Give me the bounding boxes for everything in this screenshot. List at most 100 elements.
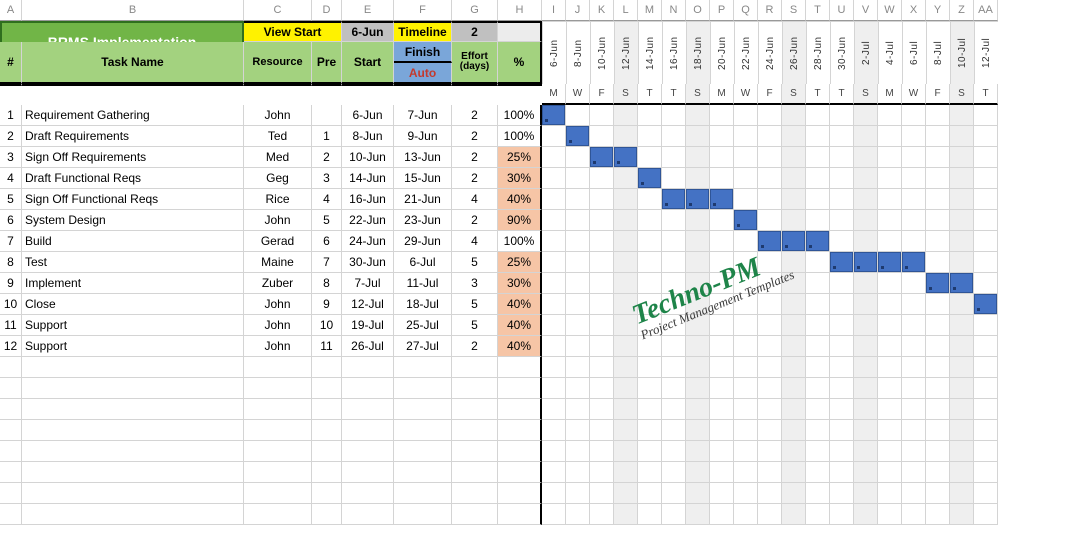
pre-cell[interactable]: 7	[312, 252, 342, 273]
empty-cell[interactable]	[950, 420, 974, 441]
empty-cell[interactable]	[22, 357, 244, 378]
start-cell[interactable]: 8-Jun	[342, 126, 394, 147]
empty-cell[interactable]	[830, 420, 854, 441]
empty-cell[interactable]	[878, 420, 902, 441]
empty-cell[interactable]	[614, 378, 638, 399]
empty-cell[interactable]	[926, 483, 950, 504]
empty-cell[interactable]	[542, 441, 566, 462]
empty-cell[interactable]	[686, 399, 710, 420]
task-name[interactable]: Test	[22, 252, 244, 273]
empty-cell[interactable]	[806, 378, 830, 399]
empty-cell[interactable]	[542, 504, 566, 525]
empty-cell[interactable]	[662, 441, 686, 462]
empty-cell[interactable]	[22, 420, 244, 441]
empty-cell[interactable]	[312, 357, 342, 378]
empty-cell[interactable]	[974, 441, 998, 462]
empty-cell[interactable]	[638, 483, 662, 504]
empty-cell[interactable]	[662, 357, 686, 378]
empty-cell[interactable]	[244, 462, 312, 483]
empty-cell[interactable]	[614, 441, 638, 462]
empty-cell[interactable]	[662, 378, 686, 399]
empty-cell[interactable]	[342, 399, 394, 420]
empty-cell[interactable]	[878, 504, 902, 525]
empty-cell[interactable]	[342, 357, 394, 378]
pre-cell[interactable]: 3	[312, 168, 342, 189]
empty-cell[interactable]	[566, 420, 590, 441]
empty-cell[interactable]	[0, 399, 22, 420]
pre-cell[interactable]: 10	[312, 315, 342, 336]
empty-cell[interactable]	[686, 483, 710, 504]
empty-cell[interactable]	[614, 504, 638, 525]
task-name[interactable]: Support	[22, 336, 244, 357]
empty-cell[interactable]	[926, 420, 950, 441]
empty-cell[interactable]	[926, 462, 950, 483]
empty-cell[interactable]	[22, 399, 244, 420]
empty-cell[interactable]	[782, 399, 806, 420]
task-name[interactable]: Requirement Gathering	[22, 105, 244, 126]
effort-cell[interactable]: 5	[452, 252, 498, 273]
empty-cell[interactable]	[926, 357, 950, 378]
empty-cell[interactable]	[566, 462, 590, 483]
empty-cell[interactable]	[498, 378, 542, 399]
empty-cell[interactable]	[854, 399, 878, 420]
empty-cell[interactable]	[0, 504, 22, 525]
empty-cell[interactable]	[590, 357, 614, 378]
empty-cell[interactable]	[590, 504, 614, 525]
empty-cell[interactable]	[394, 441, 452, 462]
empty-cell[interactable]	[830, 483, 854, 504]
finish-cell[interactable]: 25-Jul	[394, 315, 452, 336]
empty-cell[interactable]	[974, 483, 998, 504]
empty-cell[interactable]	[974, 504, 998, 525]
pre-cell[interactable]: 5	[312, 210, 342, 231]
empty-cell[interactable]	[854, 462, 878, 483]
percent-cell[interactable]: 100%	[498, 105, 542, 126]
empty-cell[interactable]	[312, 504, 342, 525]
resource-cell[interactable]: Gerad	[244, 231, 312, 252]
effort-cell[interactable]: 2	[452, 168, 498, 189]
empty-cell[interactable]	[974, 357, 998, 378]
start-cell[interactable]: 10-Jun	[342, 147, 394, 168]
empty-cell[interactable]	[638, 441, 662, 462]
empty-cell[interactable]	[590, 441, 614, 462]
task-name[interactable]: Sign Off Requirements	[22, 147, 244, 168]
resource-cell[interactable]: John	[244, 210, 312, 231]
empty-cell[interactable]	[498, 462, 542, 483]
empty-cell[interactable]	[542, 378, 566, 399]
empty-cell[interactable]	[312, 441, 342, 462]
empty-cell[interactable]	[782, 441, 806, 462]
empty-cell[interactable]	[312, 483, 342, 504]
pre-cell[interactable]: 6	[312, 231, 342, 252]
empty-cell[interactable]	[244, 399, 312, 420]
task-name[interactable]: Sign Off Functional Reqs	[22, 189, 244, 210]
task-name[interactable]: Implement	[22, 273, 244, 294]
empty-cell[interactable]	[878, 378, 902, 399]
empty-cell[interactable]	[854, 420, 878, 441]
effort-cell[interactable]: 5	[452, 315, 498, 336]
empty-cell[interactable]	[710, 462, 734, 483]
empty-cell[interactable]	[312, 399, 342, 420]
start-cell[interactable]: 6-Jun	[342, 105, 394, 126]
start-cell[interactable]: 14-Jun	[342, 168, 394, 189]
empty-cell[interactable]	[902, 483, 926, 504]
empty-cell[interactable]	[394, 483, 452, 504]
effort-cell[interactable]: 2	[452, 147, 498, 168]
start-cell[interactable]: 16-Jun	[342, 189, 394, 210]
empty-cell[interactable]	[734, 483, 758, 504]
empty-cell[interactable]	[830, 504, 854, 525]
empty-cell[interactable]	[452, 462, 498, 483]
empty-cell[interactable]	[734, 462, 758, 483]
empty-cell[interactable]	[710, 399, 734, 420]
resource-cell[interactable]: Zuber	[244, 273, 312, 294]
empty-cell[interactable]	[662, 399, 686, 420]
empty-cell[interactable]	[312, 420, 342, 441]
empty-cell[interactable]	[22, 483, 244, 504]
empty-cell[interactable]	[710, 378, 734, 399]
task-name[interactable]: Draft Requirements	[22, 126, 244, 147]
empty-cell[interactable]	[498, 504, 542, 525]
empty-cell[interactable]	[394, 504, 452, 525]
effort-cell[interactable]: 4	[452, 231, 498, 252]
timeline-label-cell[interactable]: Timeline	[394, 21, 452, 42]
empty-cell[interactable]	[758, 399, 782, 420]
resource-cell[interactable]: John	[244, 336, 312, 357]
empty-cell[interactable]	[244, 357, 312, 378]
